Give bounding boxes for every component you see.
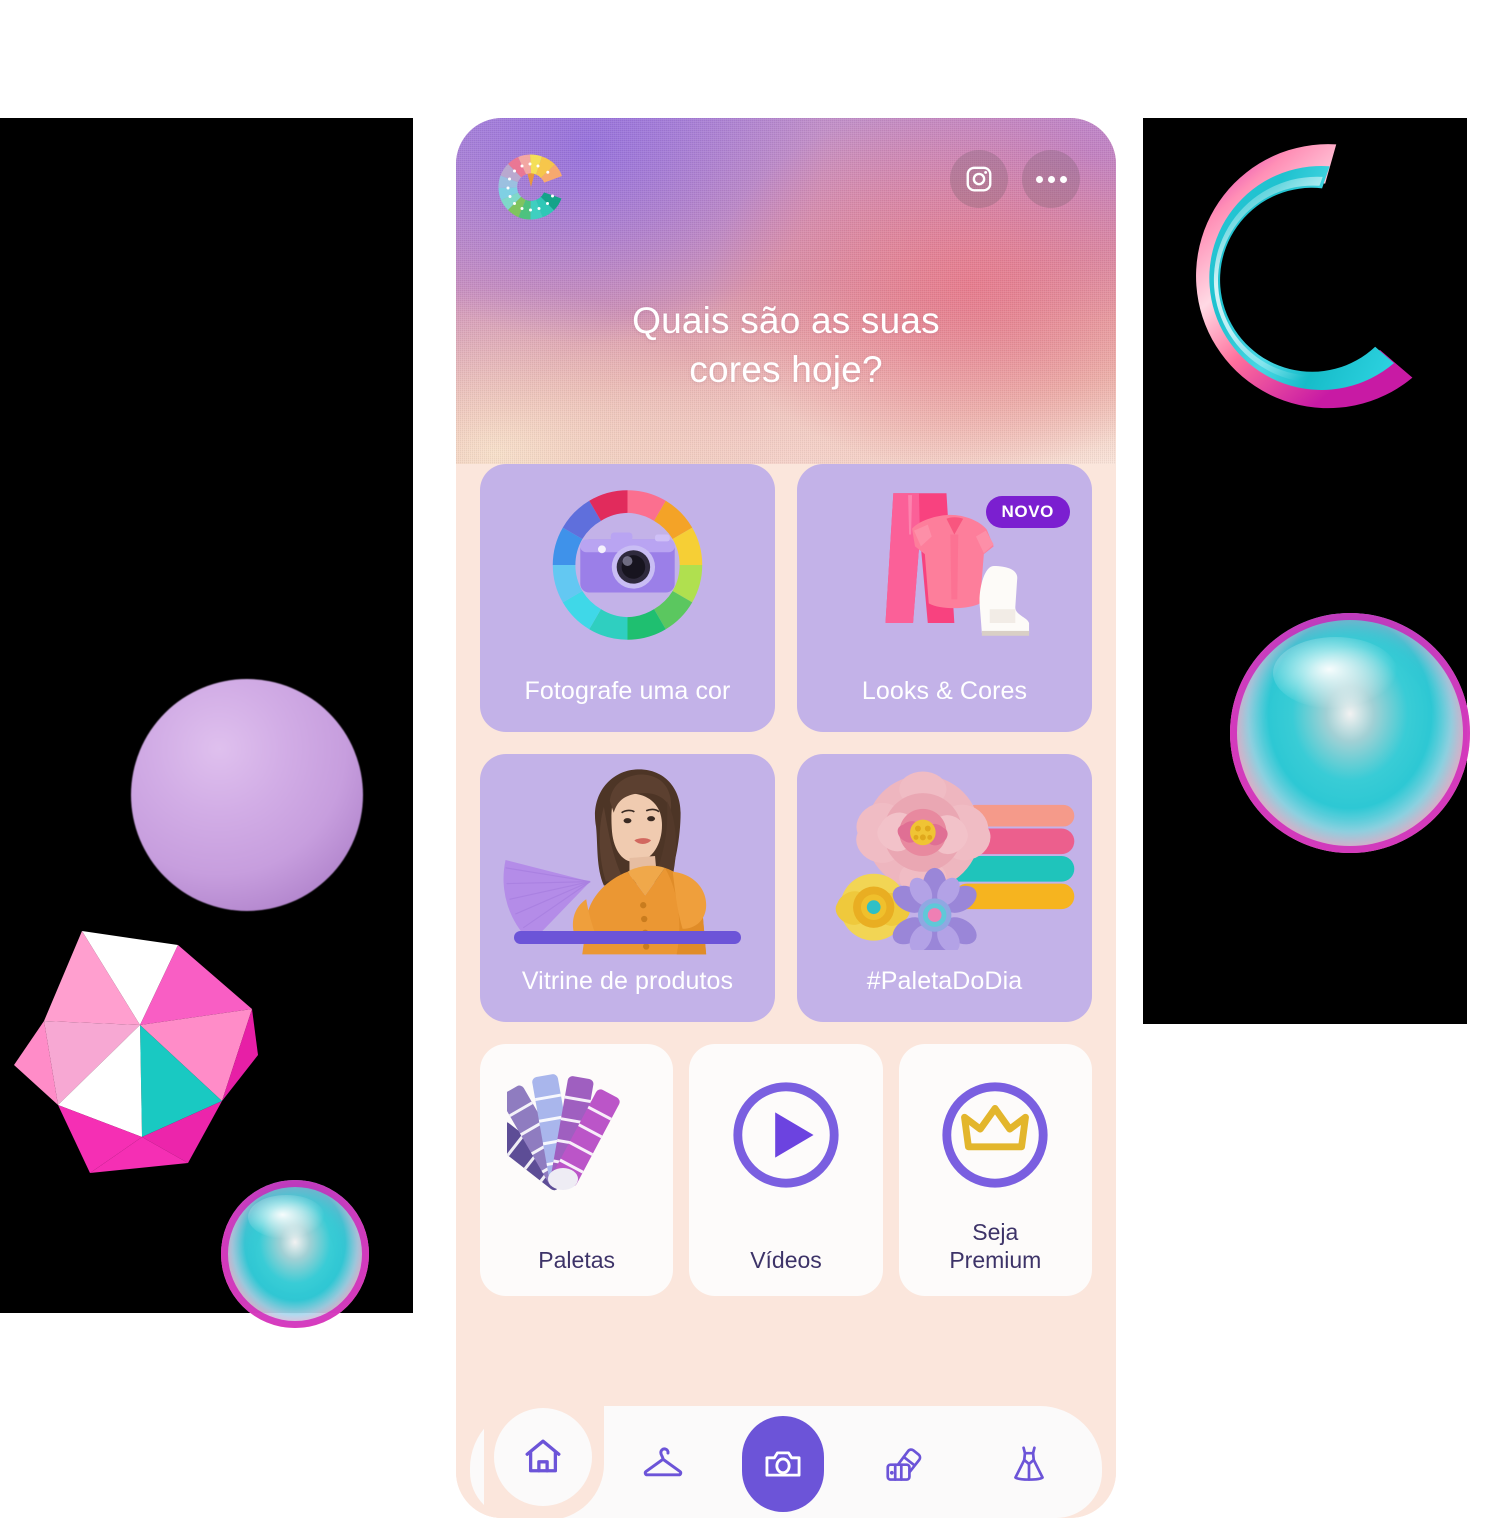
app-body: Fotografe uma cor NOVO Looks & Cores Vit… xyxy=(456,464,1116,1296)
bottom-navigation xyxy=(456,1390,1116,1518)
feature-tile-grid: Fotografe uma cor NOVO Looks & Cores Vit… xyxy=(480,464,1092,1022)
nav-item-home[interactable] xyxy=(494,1408,592,1506)
nav-item-closet[interactable] xyxy=(617,1418,709,1510)
dress-icon xyxy=(1014,1446,1045,1481)
iridescent-orb-3d-icon-small xyxy=(221,1180,369,1328)
model-orange-dress-icon xyxy=(480,760,775,956)
showcase-stage: Quais são as suas cores hoje? Fotografe … xyxy=(0,0,1506,1536)
app-header: Quais são as suas cores hoje? xyxy=(456,118,1116,468)
glossy-c-arc-3d-icon xyxy=(1155,118,1455,448)
home-icon xyxy=(525,1439,561,1473)
mini-tile-label: Seja Premium xyxy=(907,1218,1084,1274)
tile-label: #PaletaDoDia xyxy=(866,967,1023,995)
instagram-icon[interactable] xyxy=(950,150,1008,208)
mini-tile-label-line2: Premium xyxy=(949,1246,1042,1273)
page-title-line2: cores hoje? xyxy=(689,349,883,391)
more-dots-icon[interactable] xyxy=(1022,150,1080,208)
nav-item-list xyxy=(600,1416,1092,1512)
nav-sheet xyxy=(470,1400,1102,1518)
mini-tile-videos[interactable]: Vídeos xyxy=(689,1044,883,1296)
status-badge: NOVO xyxy=(985,496,1070,528)
tile-paleta-do-dia[interactable]: #PaletaDoDia xyxy=(797,754,1092,1022)
nav-item-camera[interactable] xyxy=(742,1416,825,1512)
mini-tile-seja-premium[interactable]: Seja Premium xyxy=(898,1044,1092,1296)
nav-item-palette[interactable] xyxy=(858,1418,950,1510)
crown-circle-icon xyxy=(899,1070,1092,1200)
icosahedron-3d-icon xyxy=(0,905,290,1205)
tile-looks-e-cores[interactable]: NOVO Looks & Cores xyxy=(797,464,1092,732)
iridescent-orb-3d-icon xyxy=(1230,613,1470,853)
play-circle-icon xyxy=(689,1070,882,1200)
page-title: Quais são as suas cores hoje? xyxy=(456,296,1116,394)
mini-tile-label: Vídeos xyxy=(750,1246,822,1273)
camera-icon xyxy=(765,1451,801,1477)
mini-tile-label: Paletas xyxy=(538,1246,616,1273)
color-wheel-camera-icon xyxy=(480,474,775,656)
tile-label: Looks & Cores xyxy=(861,677,1028,705)
phone-mockup: Quais são as suas cores hoje? Fotografe … xyxy=(456,118,1116,1518)
palette-fan-icon xyxy=(886,1448,922,1481)
product-shelf-bar xyxy=(514,931,741,944)
page-title-line1: Quais são as suas xyxy=(632,300,940,341)
paper-flowers-swatches-icon xyxy=(797,768,1092,950)
tile-label: Vitrine de produtos xyxy=(521,967,734,995)
matte-lilac-sphere-3d-icon xyxy=(131,679,363,911)
hanger-icon xyxy=(643,1447,682,1477)
mini-tile-label-line1: Seja xyxy=(972,1218,1019,1245)
tile-fotografe-uma-cor[interactable]: Fotografe uma cor xyxy=(480,464,775,732)
tile-label: Fotografe uma cor xyxy=(524,677,731,705)
mini-tile-paletas[interactable]: Paletas xyxy=(480,1044,674,1296)
more-dots-glyph xyxy=(1035,175,1067,183)
tile-vitrine-de-produtos[interactable]: Vitrine de produtos xyxy=(480,754,775,1022)
mini-tile-row: Paletas Vídeos Seja Premium xyxy=(480,1044,1092,1296)
colorfy-c-wheel-logo-icon xyxy=(492,144,570,230)
palette-fan-icon xyxy=(480,1070,673,1200)
nav-item-dress[interactable] xyxy=(983,1418,1075,1510)
